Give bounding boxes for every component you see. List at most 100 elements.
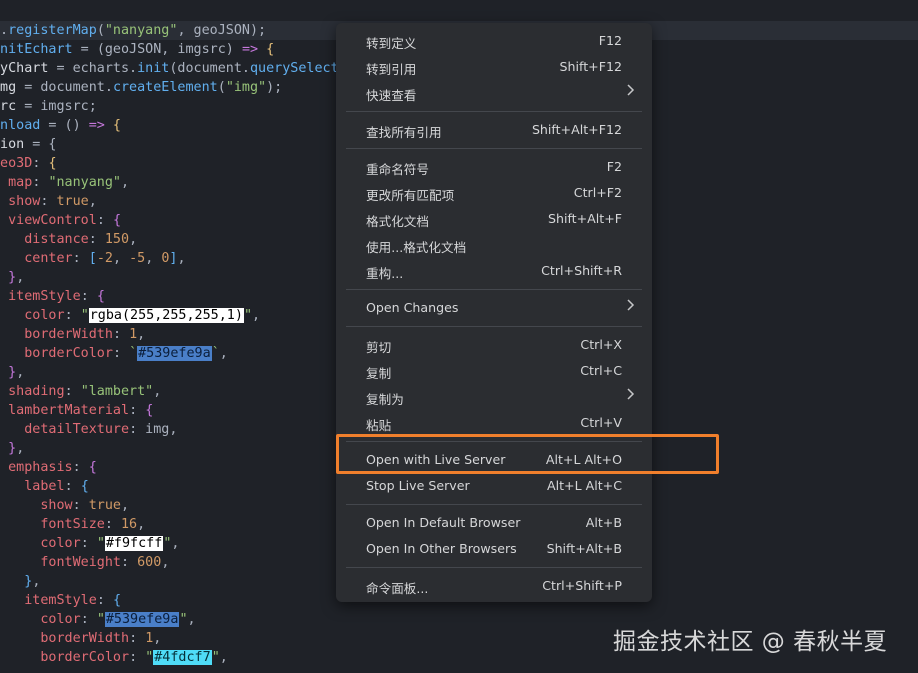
menu-item[interactable]: 转到定义 F12 — [336, 28, 652, 54]
menu-item-shortcut: F2 — [606, 159, 622, 174]
code-token: = echarts. — [48, 61, 138, 76]
code-token: , — [16, 270, 25, 285]
code-token: , — [16, 365, 25, 380]
code-token: show — [40, 498, 73, 513]
code-token: = { — [24, 137, 57, 152]
code-line: }, — [0, 439, 347, 458]
menu-item-label: 命令面板... — [366, 581, 429, 596]
menu-item[interactable]: 粘贴 Ctrl+V — [336, 410, 652, 436]
code-token: geo3D — [0, 156, 33, 171]
menu-item[interactable]: 更改所有匹配项 Ctrl+F2 — [336, 180, 652, 206]
menu-item[interactable]: 重命名符号 F2 — [336, 154, 652, 180]
menu-item[interactable]: 命令面板... Ctrl+Shift+P — [336, 573, 652, 599]
color-swatch-value: #539efe9a — [104, 612, 180, 627]
code-line: center: [-2, -5, 0], — [0, 249, 347, 268]
menu-item-shortcut: Ctrl+Shift+R — [541, 263, 622, 278]
code-token: : — [40, 194, 57, 209]
code-token: color — [24, 308, 65, 323]
menu-item[interactable]: 重构... Ctrl+Shift+R — [336, 258, 652, 284]
menu-item[interactable]: 查找所有引用 Shift+Alt+F12 — [336, 117, 652, 143]
menu-item-shortcut: Shift+Alt+F12 — [531, 122, 622, 137]
code-token: : img, — [129, 422, 178, 437]
code-line: onload = () => { — [0, 116, 347, 135]
code-token: : — [104, 517, 121, 532]
menu-separator — [346, 504, 642, 505]
code-token: { — [80, 479, 89, 494]
code-line: }, — [0, 268, 347, 287]
code-token: : — [96, 213, 113, 228]
code-line: geo3D: { — [0, 154, 347, 173]
menu-item-label: 更改所有匹配项 — [366, 188, 455, 203]
menu-item[interactable]: Open In Other Browsers Shift+Alt+B — [336, 536, 652, 562]
code-token: = () — [40, 118, 89, 133]
watermark-text: 掘金技术社区 @ 春秋半夏 — [613, 629, 888, 655]
menu-item-shortcut: Alt+L Alt+C — [546, 478, 622, 493]
code-token: -2 — [96, 251, 113, 266]
code-token: (document. — [169, 61, 250, 76]
code-token: init — [137, 61, 170, 76]
code-token: , — [153, 631, 162, 646]
menu-item[interactable]: Open Changes — [336, 295, 652, 321]
code-line: show: true, — [0, 192, 347, 211]
menu-item[interactable]: 格式化文档 Shift+Alt+F — [336, 206, 652, 232]
code-line: myChart = echarts.init(document.querySel… — [0, 59, 347, 78]
menu-item[interactable]: Open In Default Browser Alt+B — [336, 510, 652, 536]
code-line: show: true, — [0, 496, 347, 515]
code-token: { — [104, 118, 121, 133]
menu-item[interactable]: 复制 Ctrl+C — [336, 358, 652, 384]
code-token: (geoJSON, imgsrc) — [96, 42, 242, 57]
menu-item-label: 剪切 — [366, 340, 392, 355]
code-token: : — [72, 251, 89, 266]
code-token: itemStyle — [24, 593, 97, 608]
code-token: borderColor — [24, 346, 113, 361]
menu-item[interactable]: Stop Live Server Alt+L Alt+C — [336, 473, 652, 499]
menu-item-label: Stop Live Server — [366, 478, 470, 493]
code-line: }, — [0, 572, 347, 591]
code-line: detailTexture: img, — [0, 420, 347, 439]
menu-item-label: Open Changes — [366, 300, 459, 315]
menu-item[interactable]: 快速查看 — [336, 80, 652, 106]
code-token: " — [80, 308, 89, 323]
code-token: lambertMaterial — [8, 403, 130, 418]
code-line: fontWeight: 600, — [0, 553, 347, 572]
menu-separator — [346, 111, 642, 112]
code-token: : — [96, 593, 113, 608]
code-token: , — [177, 251, 186, 266]
menu-item-shortcut: F12 — [598, 33, 622, 48]
code-token: , — [112, 251, 130, 266]
code-text[interactable]: s.registerMap("nanyang", geoJSON);initEc… — [0, 21, 347, 667]
annotation-highlight-box — [336, 434, 719, 474]
code-token: viewControl — [8, 213, 97, 228]
code-token: [ — [88, 251, 97, 266]
menu-item[interactable]: 复制为 — [336, 384, 652, 410]
code-line: label: { — [0, 477, 347, 496]
code-token: , — [88, 194, 97, 209]
code-token: 150 — [104, 232, 130, 247]
code-token: 16 — [121, 517, 138, 532]
code-token: querySelecto — [250, 61, 347, 76]
menu-item[interactable]: 转到引用 Shift+F12 — [336, 54, 652, 80]
code-token: : — [129, 631, 146, 646]
code-token: ( — [217, 80, 226, 95]
menu-item[interactable]: 剪切 Ctrl+X — [336, 332, 652, 358]
menu-item[interactable]: 使用...格式化文档 — [336, 232, 652, 258]
code-token: : — [32, 175, 49, 190]
menu-item-shortcut: Shift+Alt+F — [547, 211, 622, 226]
code-line: color: "rgba(255,255,255,1)", — [0, 306, 347, 325]
menu-separator — [346, 289, 642, 290]
code-token: : — [129, 403, 146, 418]
code-line: }, — [0, 363, 347, 382]
code-token: { — [88, 460, 97, 475]
code-line: lambertMaterial: { — [0, 401, 347, 420]
code-line: tion = { — [0, 135, 347, 154]
